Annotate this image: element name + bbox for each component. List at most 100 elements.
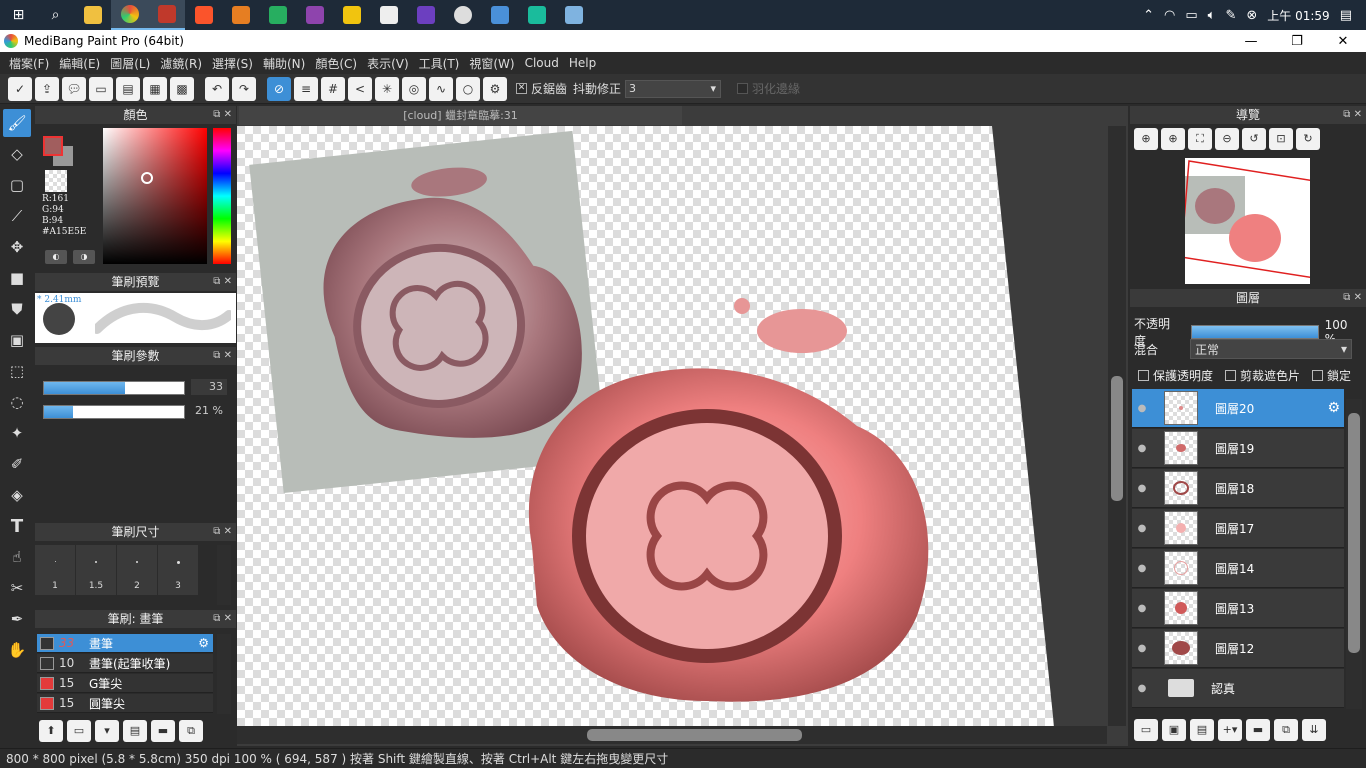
- brush-folder-button[interactable]: ▬: [151, 720, 175, 742]
- cross-snap-icon[interactable]: #: [321, 76, 345, 101]
- lock-checkbox[interactable]: 鎖定: [1312, 367, 1351, 384]
- medibang-icon[interactable]: [148, 0, 185, 30]
- layer-row[interactable]: ● 圖層20 ⚙: [1132, 389, 1344, 428]
- layer-row[interactable]: ● 圖層19: [1132, 429, 1344, 468]
- brush-item[interactable]: 33 畫筆 ⚙: [37, 634, 213, 653]
- brush-menu-button[interactable]: ▾: [95, 720, 119, 742]
- rect-select-tool-icon[interactable]: ⬚: [3, 357, 31, 385]
- copy-brush-button[interactable]: ⧉: [179, 720, 203, 742]
- scrollbar-thumb[interactable]: [587, 729, 802, 741]
- text-tool-icon[interactable]: T: [3, 512, 31, 540]
- new-brush-button[interactable]: ▭: [67, 720, 91, 742]
- notification-icon[interactable]: ▤: [1340, 8, 1352, 23]
- merge-layer-button[interactable]: ⇊: [1302, 719, 1326, 741]
- add-layer-menu-button[interactable]: +▾: [1218, 719, 1242, 741]
- canvas-vertical-scrollbar[interactable]: [1108, 126, 1126, 726]
- visibility-dot-icon[interactable]: ●: [1132, 603, 1152, 614]
- file-explorer-icon[interactable]: [74, 0, 111, 30]
- brave-icon[interactable]: [185, 0, 222, 30]
- chrome-icon[interactable]: [111, 0, 148, 30]
- pen-icon[interactable]: ✎: [1225, 8, 1236, 23]
- gear-icon[interactable]: ⚙: [1327, 400, 1340, 416]
- rotate-right-icon[interactable]: ↻: [1296, 128, 1320, 150]
- battery-icon[interactable]: ▭: [1185, 8, 1197, 23]
- layer-row[interactable]: ● 圖層14: [1132, 549, 1344, 588]
- green-app-icon[interactable]: [259, 0, 296, 30]
- new-8bit-layer-button[interactable]: ▤: [1190, 719, 1214, 741]
- antialias-check-icon[interactable]: ✕: [516, 83, 527, 94]
- canvas-tab[interactable]: [cloud] 蠟封章臨摹:31: [239, 106, 682, 125]
- antialias-checkbox[interactable]: ✕ 反鋸齒: [516, 80, 567, 97]
- lasso-tool-icon[interactable]: ◌: [3, 388, 31, 416]
- brush-size-value[interactable]: 33: [191, 379, 227, 395]
- layer-row[interactable]: ● 圖層12: [1132, 629, 1344, 668]
- scrollbar-thumb[interactable]: [1348, 413, 1360, 653]
- size-preset[interactable]: 1.5: [76, 545, 116, 595]
- canvas-artwork[interactable]: [237, 126, 1107, 726]
- menu-file[interactable]: 檔案(F): [4, 55, 54, 72]
- dot-tool-icon[interactable]: ▢: [3, 171, 31, 199]
- disc-app-icon[interactable]: [444, 0, 481, 30]
- menu-window[interactable]: 視窗(W): [464, 55, 519, 72]
- panel-controls[interactable]: ⧉ ✕: [213, 523, 232, 541]
- notepad-icon[interactable]: [555, 0, 592, 30]
- panel-controls[interactable]: ⧉ ✕: [213, 610, 232, 628]
- visibility-dot-icon[interactable]: ●: [1132, 483, 1152, 494]
- maximize-button[interactable]: ❐: [1274, 34, 1320, 49]
- new-halftone-layer-button[interactable]: ▣: [1162, 719, 1186, 741]
- layers-scrollbar[interactable]: [1346, 399, 1362, 709]
- color-swap-button[interactable]: ◑: [73, 250, 95, 264]
- brush-tool-icon[interactable]: 🖌︎: [3, 109, 31, 137]
- hue-slider[interactable]: [213, 128, 231, 264]
- volume-icon[interactable]: 🔈︎: [1208, 8, 1216, 23]
- protect-alpha-checkbox[interactable]: 保護透明度: [1138, 367, 1213, 384]
- fit-window-icon[interactable]: ⛶: [1188, 128, 1212, 150]
- snap-off-icon[interactable]: ⊘: [267, 76, 291, 101]
- grid-icon[interactable]: ▩: [170, 76, 194, 101]
- radial-snap-icon[interactable]: ✳: [375, 76, 399, 101]
- select-pen-tool-icon[interactable]: ✐: [3, 450, 31, 478]
- visibility-dot-icon[interactable]: ●: [1132, 403, 1152, 414]
- visibility-dot-icon[interactable]: ●: [1132, 563, 1152, 574]
- move-tool-icon[interactable]: ✥: [3, 233, 31, 261]
- divide-tool-icon[interactable]: ✂: [3, 574, 31, 602]
- paint-app-icon[interactable]: [222, 0, 259, 30]
- new-layer-button[interactable]: ▭: [1134, 719, 1158, 741]
- minimize-button[interactable]: —: [1228, 34, 1274, 49]
- menu-tools[interactable]: 工具(T): [414, 55, 465, 72]
- size-preset[interactable]: 3: [158, 545, 198, 595]
- color-picker-cursor[interactable]: [141, 172, 153, 184]
- visibility-dot-icon[interactable]: ●: [1132, 643, 1152, 654]
- cloud-check-icon[interactable]: ✓: [8, 76, 32, 101]
- rotate-left-icon[interactable]: ↺: [1242, 128, 1266, 150]
- size-preset[interactable]: 1: [35, 545, 75, 595]
- panel-controls[interactable]: ⧉ ✕: [1343, 289, 1362, 307]
- brush-item[interactable]: 15 圓筆尖: [37, 694, 213, 713]
- canvas-viewport[interactable]: [237, 126, 1107, 726]
- gear-icon[interactable]: ⚙: [198, 636, 209, 650]
- canvas-horizontal-scrollbar[interactable]: [237, 726, 1107, 744]
- tv-app-icon[interactable]: [407, 0, 444, 30]
- operation-tool-icon[interactable]: ☝: [3, 543, 31, 571]
- monitor-app-icon[interactable]: [481, 0, 518, 30]
- export-icon[interactable]: ⇪: [35, 76, 59, 101]
- circle-snap-icon[interactable]: ○: [456, 76, 480, 101]
- undo-icon[interactable]: ↶: [205, 76, 229, 101]
- clipping-checkbox[interactable]: 剪裁遮色片: [1225, 367, 1300, 384]
- menu-view[interactable]: 表示(V): [362, 55, 414, 72]
- saturation-value-picker[interactable]: [103, 128, 207, 264]
- wifi-icon[interactable]: ◠: [1164, 8, 1175, 23]
- feather-checkbox[interactable]: 羽化邊緣: [737, 80, 800, 97]
- bucket-tool-icon[interactable]: ⛊: [3, 295, 31, 323]
- feather-check-icon[interactable]: [737, 83, 749, 94]
- brush-list-scrollbar[interactable]: [217, 634, 231, 714]
- magic-wand-tool-icon[interactable]: ✦: [3, 419, 31, 447]
- new-folder-button[interactable]: ▬: [1246, 719, 1270, 741]
- brush-size-scrollbar[interactable]: [217, 545, 231, 605]
- zoom-in-icon[interactable]: ⊕: [1161, 128, 1185, 150]
- teal-app-icon[interactable]: [518, 0, 555, 30]
- speech-bubble-icon[interactable]: ▭: [89, 76, 113, 101]
- concentric-snap-icon[interactable]: ◎: [402, 76, 426, 101]
- brush-opacity-slider[interactable]: [43, 405, 185, 419]
- tray-clock[interactable]: 上午 01:59: [1267, 7, 1329, 24]
